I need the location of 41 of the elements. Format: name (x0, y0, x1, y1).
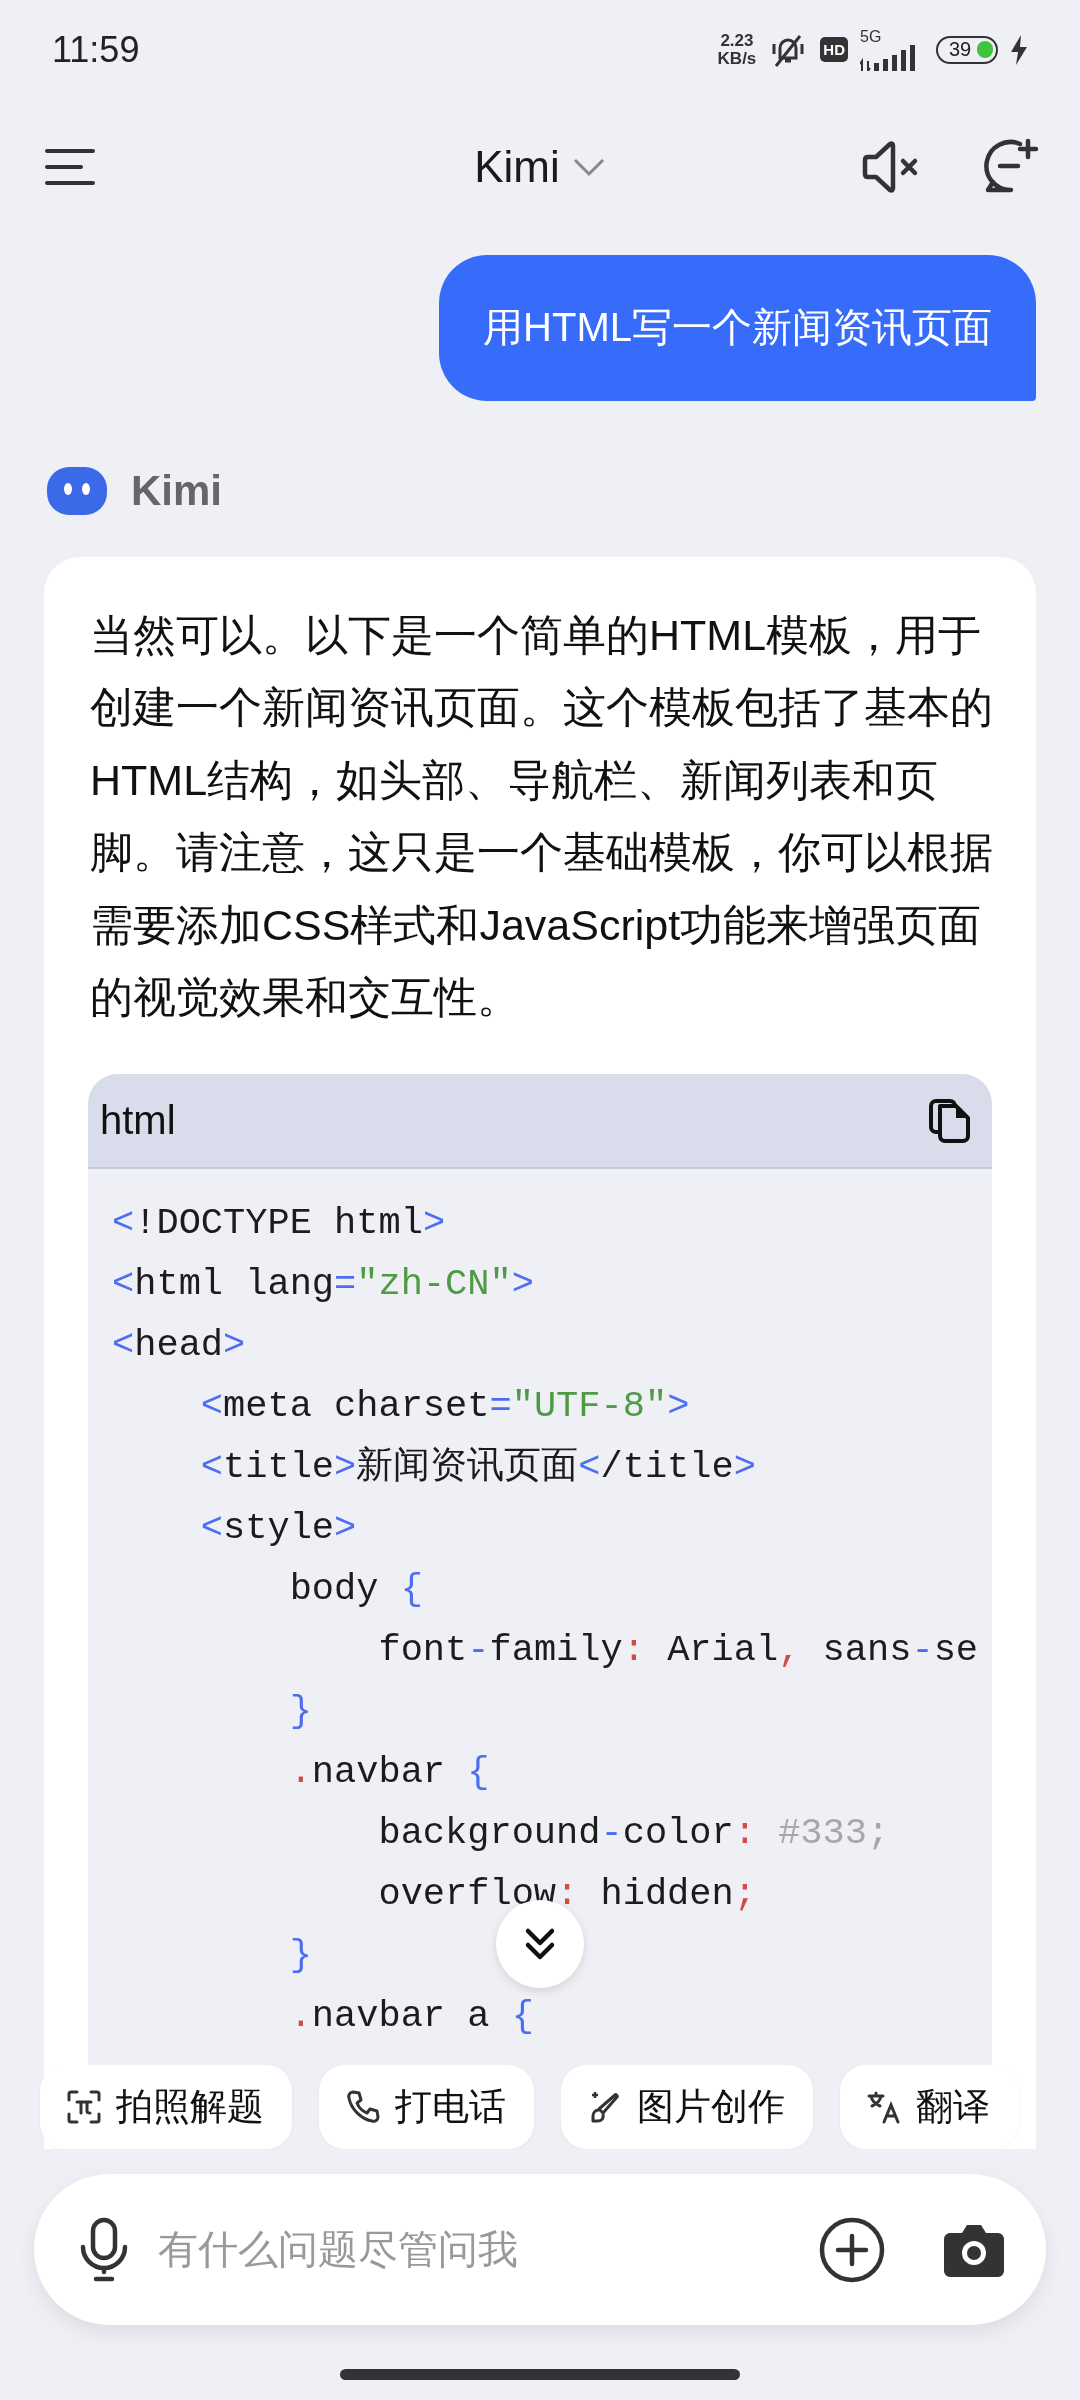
quick-action-chip[interactable]: 翻译 (840, 2065, 1018, 2149)
code-line: <html lang="zh-CN"> (112, 1262, 534, 1308)
microphone-icon[interactable] (78, 2216, 130, 2283)
clock-time: 11:59 (52, 28, 141, 71)
scan-pi-icon (66, 2089, 102, 2125)
network-speed: 2.23 KB/s (717, 31, 757, 68)
plus-circle-icon[interactable] (818, 2215, 886, 2284)
answer-text: 当然可以。以下是一个简单的HTML模板，用于创建一个新闻资讯页面。这个模板包括了基本的HTML结构，如头部、导航栏、新闻列表和页脚。请注意，这只是一个基础模板，你可以根据需要添加CSS样式和JavaScript功能来增强页面的视觉效果和交互性。 (90, 609, 994, 1024)
code-line: body { (288, 1567, 423, 1613)
code-line: <!DOCTYPE html> (112, 1201, 446, 1247)
code-line: .navbar { (288, 1750, 490, 1796)
user-message: 用HTML写一个新闻资讯页面 (439, 254, 1036, 401)
hd-badge: HD (820, 37, 848, 63)
battery-fill-icon (977, 40, 993, 58)
phone-icon (345, 2089, 381, 2125)
translate-icon (866, 2089, 902, 2125)
robot-avatar (47, 466, 107, 515)
charging-icon (1010, 34, 1028, 65)
code-line: } (288, 1933, 312, 1979)
menu-icon[interactable] (44, 147, 96, 188)
copy-icon[interactable] (928, 1097, 972, 1144)
code-line: } (288, 1689, 312, 1735)
code-line: <meta charset="UTF-8"> (199, 1384, 690, 1430)
code-line: background-color: #333; (377, 1811, 890, 1857)
code-line: <head> (112, 1323, 246, 1369)
code-line: overflow: hidden; (377, 1872, 756, 1918)
model-selector[interactable]: Kimi (474, 142, 606, 193)
quick-action-chip[interactable]: 图片创作 (561, 2065, 813, 2149)
quick-action-chip[interactable]: 打电话 (319, 2065, 534, 2149)
code-line: <style> (199, 1506, 357, 1552)
code-line: .navbar a { (288, 1994, 534, 2040)
message-input[interactable]: 有什么问题尽管问我 (156, 2226, 792, 2273)
battery-level: 39 (948, 38, 972, 62)
double-chevron-down-icon (524, 1927, 556, 1961)
assistant-name: Kimi (131, 466, 222, 515)
network-type: 5G (860, 28, 882, 45)
chevron-down-icon (571, 157, 606, 178)
code-language: html (100, 1098, 176, 1144)
code-line: font-family: Arial, sans-se (377, 1628, 979, 1674)
quick-action-chip[interactable]: 拍照解题 (40, 2065, 292, 2149)
code-line: <title>新闻资讯页面</title> (199, 1445, 756, 1491)
